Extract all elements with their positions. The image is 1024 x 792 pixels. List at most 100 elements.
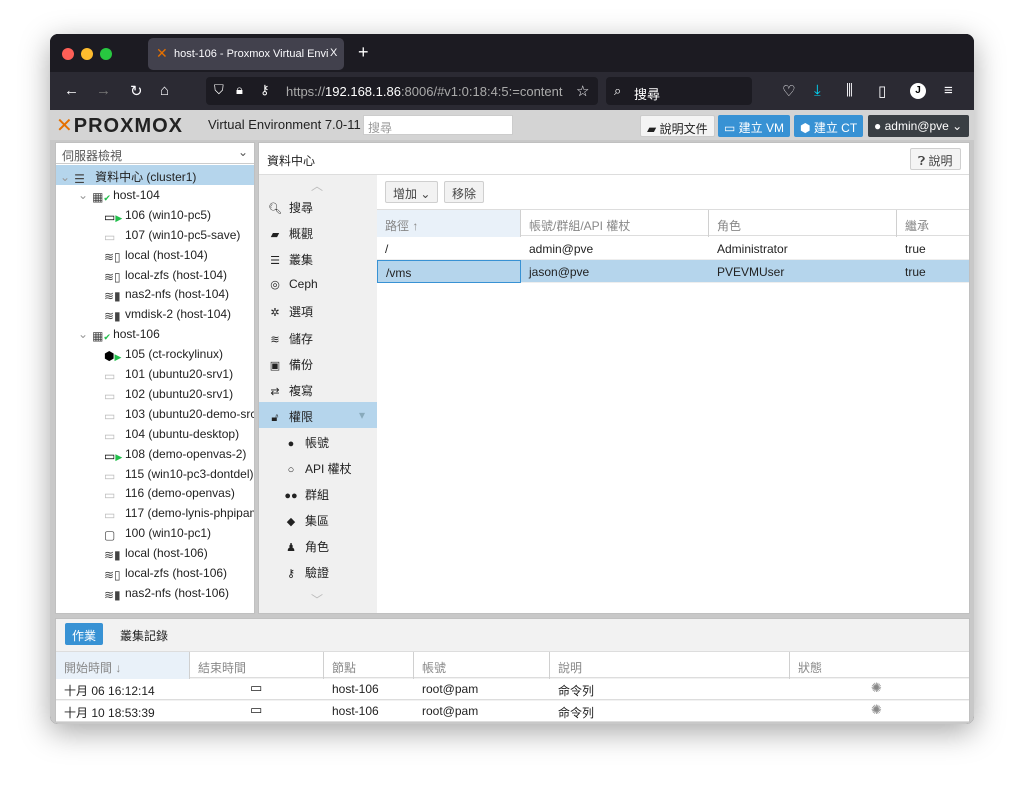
tree-item[interactable]: ▢ 100 (win10-pc1)	[56, 523, 254, 543]
tree-item[interactable]: ▭ 117 (demo-lynis-phpipam)	[56, 503, 254, 523]
help-button[interactable]: ❓︎ 說明	[910, 148, 961, 170]
download-icon[interactable]: ⤓	[814, 82, 821, 99]
tree-item[interactable]: ≋▮ nas2-nfs (host-104)	[56, 284, 254, 304]
maximize-window-button[interactable]	[100, 48, 112, 60]
view-selector[interactable]: 伺服器檢視 ⌄	[56, 143, 254, 164]
tree-item[interactable]: ⌄ ▦✔ host-106	[56, 324, 254, 344]
tree-item[interactable]: ▭ 104 (ubuntu-desktop)	[56, 424, 254, 444]
vm-stopped-icon: ▭	[104, 508, 116, 523]
column-description[interactable]: 說明	[550, 652, 790, 679]
bookmark-star-icon[interactable]: ☆	[576, 82, 589, 100]
column-role[interactable]: 角色	[709, 210, 897, 237]
column-propagate[interactable]: 繼承	[897, 210, 969, 237]
nav-item-5[interactable]: ≋ 儲存	[259, 324, 377, 350]
task-row[interactable]: 十月 10 18:53:39 host-106 root@pam 命令列 ▭ ✺	[56, 701, 969, 722]
tree-item-label: 116 (demo-openvas)	[125, 486, 235, 501]
scroll-down-icon[interactable]: ﹀	[311, 591, 323, 608]
tree-item[interactable]: ▭ 103 (ubuntu20-demo-src)	[56, 404, 254, 424]
library-icon[interactable]: ⫼	[846, 82, 853, 99]
pocket-icon[interactable]: ♡	[782, 82, 795, 100]
tree-item[interactable]: ▭ 116 (demo-openvas)	[56, 483, 254, 503]
close-window-button[interactable]	[62, 48, 74, 60]
tree-item[interactable]: ▭▶ 106 (win10-pc5)	[56, 205, 254, 225]
user-menu-button[interactable]: ● admin@pve ⌄	[868, 115, 969, 137]
url-bar[interactable]: ⛉ 🔒︎ ⚷ https://192.168.1.86:8006/#v1:0:1…	[206, 77, 598, 105]
key-icon[interactable]: ⚷	[260, 82, 270, 98]
expand-chevron-icon[interactable]: ⌄	[78, 327, 88, 341]
expand-chevron-icon[interactable]: ⌄	[78, 188, 88, 202]
task-cell	[190, 701, 206, 709]
column-path[interactable]: 路徑 ↑	[377, 210, 521, 237]
table-cell: true	[905, 242, 926, 256]
browser-search[interactable]: ⌕ 搜尋	[606, 77, 752, 105]
column-node[interactable]: 節點	[324, 652, 414, 679]
tree-item[interactable]: ⌄ ▦✔ host-104	[56, 185, 254, 205]
forward-icon[interactable]: →	[96, 82, 111, 99]
global-search-input[interactable]: 搜尋	[363, 115, 513, 135]
tree-item[interactable]: ⌄ ☰ 資料中心 (cluster1)	[56, 165, 254, 185]
table-row[interactable]: / admin@pve Administrator true	[377, 237, 969, 260]
tree-item[interactable]: ⬢▶ 105 (ct-rockylinux)	[56, 344, 254, 364]
expand-chevron-icon[interactable]: ⌄	[60, 170, 70, 184]
add-button[interactable]: 增加 ⌄	[385, 181, 439, 203]
key-icon: ⚷	[286, 568, 296, 581]
nav-item-0[interactable]: 🔍︎ 搜尋	[259, 193, 377, 219]
nav-item-14[interactable]: ⚷ 驗證	[259, 558, 377, 584]
tree-item[interactable]: ≋▯ local (host-104)	[56, 245, 254, 265]
back-icon[interactable]: ←	[64, 82, 79, 99]
nav-item-8[interactable]: ▾ 🔓︎ 權限	[259, 401, 377, 428]
menu-icon[interactable]: ≡	[944, 82, 953, 99]
node-online-icon: ▦✔	[92, 329, 111, 344]
table-row[interactable]: /vms jason@pve PVEVMUser true	[377, 260, 969, 283]
scroll-up-icon[interactable]: ︿	[311, 177, 323, 194]
nav-item-1[interactable]: ▰ 概觀	[259, 219, 377, 245]
column-end-time[interactable]: 結束時間	[190, 652, 324, 679]
nav-item-10[interactable]: ○ API 權杖	[259, 454, 377, 480]
nav-item-label: 角色	[305, 540, 330, 555]
docs-button[interactable]: ▰ 說明文件	[640, 115, 715, 137]
lock-warning-icon[interactable]: 🔒︎	[236, 82, 243, 98]
reload-icon[interactable]: ↻	[130, 82, 143, 100]
book-icon: ▰	[647, 122, 660, 136]
tree-item[interactable]: ▭ 107 (win10-pc5-save)	[56, 225, 254, 245]
minimize-window-button[interactable]	[81, 48, 93, 60]
column-status[interactable]: 狀態	[790, 652, 969, 679]
tree-item[interactable]: ≋▯ local-zfs (host-104)	[56, 265, 254, 285]
nav-item-11[interactable]: ●● 群組	[259, 480, 377, 506]
nav-item-7[interactable]: ⇄ 複寫	[259, 376, 377, 402]
tab-close-button[interactable]: X	[330, 47, 337, 59]
create-vm-button[interactable]: ▭ 建立 VM	[718, 115, 791, 137]
nav-item-6[interactable]: ▣ 備份	[259, 350, 377, 376]
tab-cluster-log[interactable]: 叢集記錄	[120, 627, 168, 644]
tree-item[interactable]: ▭ 102 (ubuntu20-srv1)	[56, 384, 254, 404]
tree-item[interactable]: ≋▯ local-zfs (host-106)	[56, 563, 254, 583]
nav-item-9[interactable]: ● 帳號	[259, 428, 377, 454]
tree-item[interactable]: ≋▮ local (host-106)	[56, 543, 254, 563]
tree-item-label: 107 (win10-pc5-save)	[125, 227, 241, 242]
task-row[interactable]: 十月 06 16:12:14 host-106 root@pam 命令列 ▭ ✺	[56, 679, 969, 700]
account-avatar[interactable]: J	[910, 83, 926, 99]
grid-header: 路徑 ↑ 帳號/群組/API 權杖 角色 繼承	[377, 209, 969, 237]
sidebar-icon[interactable]: ▯	[878, 82, 886, 100]
tree-item[interactable]: ▭▶ 108 (demo-openvas-2)	[56, 444, 254, 464]
nav-item-12[interactable]: ◆ 集區	[259, 506, 377, 532]
tree-item[interactable]: ≋▮ nas2-nfs (host-106)	[56, 583, 254, 603]
tab-tasks[interactable]: 作業	[65, 623, 104, 645]
nav-item-3[interactable]: ◎ Ceph	[259, 271, 377, 297]
column-start-time[interactable]: 開始時間 ↓	[56, 652, 190, 679]
browser-tab[interactable]: ✕ host-106 - Proxmox Virtual Envi X	[148, 38, 344, 70]
column-user[interactable]: 帳號	[414, 652, 550, 679]
tree-item[interactable]: ≋▮ vmdisk-2 (host-104)	[56, 304, 254, 324]
new-tab-button[interactable]: +	[358, 42, 369, 63]
column-user[interactable]: 帳號/群組/API 權杖	[521, 210, 709, 237]
nav-item-13[interactable]: ♟ 角色	[259, 532, 377, 558]
shield-icon[interactable]: ⛉	[214, 82, 224, 98]
tree-item[interactable]: ▭ 115 (win10-pc3-dontdel)	[56, 464, 254, 484]
nav-item-4[interactable]: ✲ 選項	[259, 297, 377, 323]
home-icon[interactable]: ⌂	[160, 82, 169, 99]
remove-button[interactable]: 移除	[444, 181, 485, 203]
tree-item[interactable]: ▭ 101 (ubuntu20-srv1)	[56, 364, 254, 384]
nav-item-label: 複寫	[289, 383, 314, 398]
nav-item-2[interactable]: ☰ 叢集	[259, 245, 377, 271]
create-ct-button[interactable]: ⬢ 建立 CT	[794, 115, 864, 137]
